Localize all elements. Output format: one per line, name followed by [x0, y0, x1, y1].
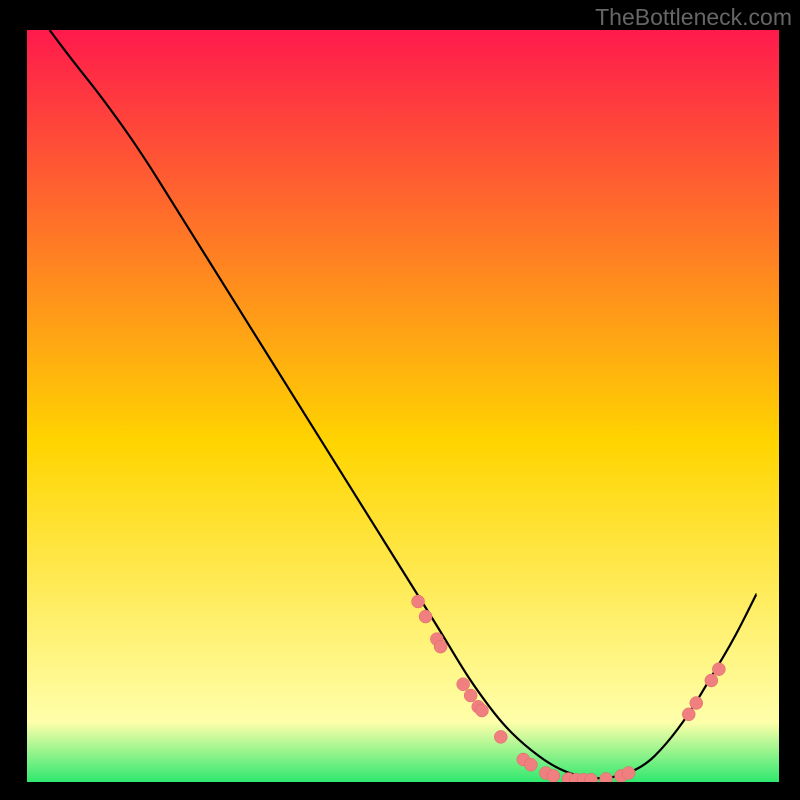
data-point	[547, 769, 560, 782]
data-point	[622, 766, 635, 779]
watermark-text: TheBottleneck.com	[595, 4, 792, 31]
chart-background	[27, 30, 779, 782]
data-point	[682, 708, 695, 721]
data-point	[464, 689, 477, 702]
data-point	[475, 704, 488, 717]
data-point	[712, 663, 725, 676]
chart-svg	[27, 30, 779, 782]
data-point	[690, 697, 703, 710]
data-point	[494, 730, 507, 743]
data-point	[705, 674, 718, 687]
data-point	[457, 678, 470, 691]
data-point	[412, 595, 425, 608]
data-point	[419, 610, 432, 623]
data-point	[524, 758, 537, 771]
chart-plot-area	[27, 30, 779, 782]
data-point	[434, 640, 447, 653]
